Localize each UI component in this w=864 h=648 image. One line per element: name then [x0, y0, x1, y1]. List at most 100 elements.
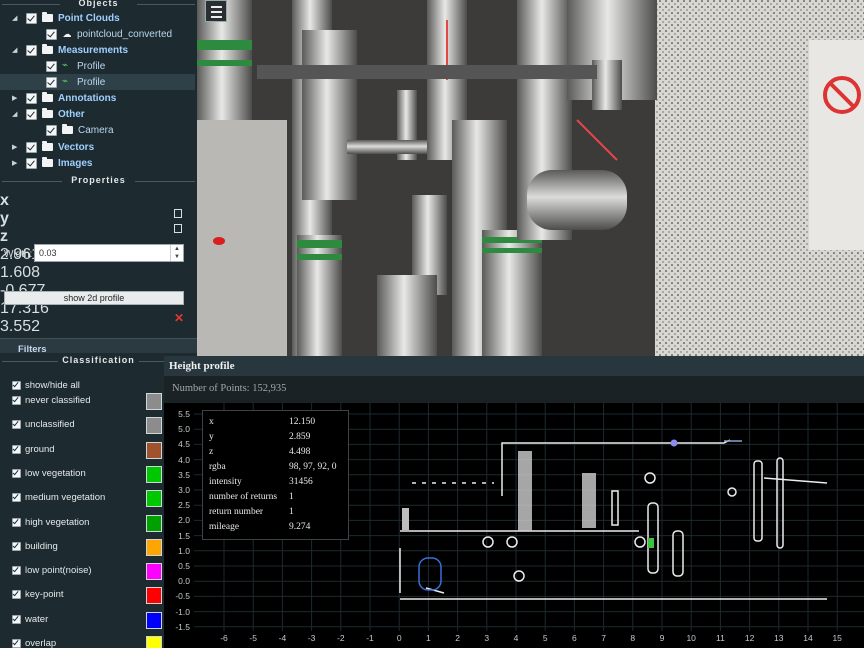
width-field[interactable]: 0.03 ▲ ▼ — [34, 244, 184, 262]
profile-points — [399, 439, 828, 600]
info-key: mileage — [209, 522, 240, 532]
x-tick-label: 7 — [601, 633, 606, 643]
selected-point-marker[interactable] — [670, 439, 678, 447]
checkbox-icon[interactable] — [26, 12, 37, 24]
property-value: 1.608 — [0, 264, 41, 281]
checkbox-icon[interactable] — [26, 92, 37, 104]
class-color-swatch[interactable] — [146, 417, 162, 435]
expand-down-icon[interactable]: ◢ — [12, 110, 20, 118]
close-icon[interactable]: ✕ — [174, 311, 184, 325]
point-cloud-viewport[interactable] — [197, 0, 864, 356]
checkbox-icon[interactable] — [46, 124, 57, 136]
expand-down-icon[interactable]: ◢ — [12, 14, 20, 22]
class-item[interactable]: ground — [12, 444, 55, 455]
checkbox-icon[interactable] — [12, 381, 21, 390]
checkbox-icon[interactable] — [12, 493, 21, 503]
class-color-swatch[interactable] — [146, 441, 162, 459]
tree-item[interactable]: ⌁ Profile — [0, 58, 195, 74]
tree-item[interactable]: ◢ Point Clouds — [0, 10, 195, 26]
tree-item[interactable]: ⌁ Profile — [0, 74, 195, 90]
expand-down-icon[interactable]: ◢ — [12, 46, 20, 54]
checkbox-icon[interactable] — [46, 60, 57, 72]
info-value: 9.274 — [289, 522, 311, 532]
x-tick-label: 2 — [455, 633, 460, 643]
x-tick-label: 11 — [715, 633, 725, 643]
class-item[interactable]: high vegetation — [12, 517, 89, 528]
checkbox-icon[interactable] — [26, 157, 37, 169]
tree-item[interactable]: ☁ pointcloud_converted — [0, 26, 195, 42]
copy-icon[interactable] — [174, 224, 182, 233]
tree-item[interactable]: ◢ Measurements — [0, 42, 195, 58]
info-key: x — [209, 417, 214, 427]
class-item[interactable]: low point(noise) — [12, 565, 92, 576]
checkbox-icon[interactable] — [12, 396, 21, 405]
tab-filters[interactable]: Filters — [0, 338, 197, 355]
expand-right-icon[interactable]: ▶ — [12, 94, 20, 102]
checkbox-icon[interactable] — [26, 44, 37, 56]
tree-item-label: Vectors — [58, 141, 95, 153]
class-label: key-point — [25, 589, 64, 601]
measurement-icon: ⌁ — [62, 76, 69, 87]
class-item[interactable]: low vegetation — [12, 468, 86, 479]
cloud-icon: ☁ — [62, 28, 72, 39]
class-item[interactable]: key-point — [12, 589, 64, 600]
profile-plot[interactable]: 5.5 5.0 4.5 4.0 3.5 3.0 2.5 2.0 1.5 1.0 0.5 0.0 -0.5… — [164, 403, 864, 648]
class-color-swatch[interactable] — [146, 393, 162, 410]
x-tick-label: -6 — [220, 633, 228, 643]
checkbox-icon[interactable] — [26, 108, 37, 120]
class-color-swatch[interactable] — [146, 563, 162, 581]
class-label: low point(noise) — [25, 565, 92, 577]
x-tick-label: 5 — [542, 633, 548, 643]
tree-item[interactable]: ▶ Vectors — [0, 139, 195, 155]
checkbox-icon[interactable] — [46, 76, 57, 88]
show-2d-profile-button[interactable]: show 2d profile — [4, 291, 184, 305]
folder-icon — [42, 92, 53, 102]
checkbox-icon[interactable] — [12, 517, 21, 527]
checkbox-icon[interactable] — [12, 639, 21, 648]
tree-item[interactable]: Camera — [0, 122, 195, 138]
class-item[interactable]: medium vegetation — [12, 492, 105, 503]
class-label: water — [25, 613, 49, 625]
class-color-swatch[interactable] — [146, 490, 162, 508]
checkbox-icon[interactable] — [12, 468, 21, 478]
class-item[interactable]: unclassified — [12, 419, 75, 430]
checkbox-icon[interactable] — [12, 541, 21, 551]
properties-table: xyz2.9611.608-0.67717.3163.552-0.813 — [0, 192, 182, 354]
y-tick-label: 0.5 — [178, 561, 190, 571]
class-color-swatch[interactable] — [146, 611, 162, 629]
info-key: return number — [209, 507, 264, 517]
class-item[interactable]: water — [12, 614, 48, 625]
x-tick-label: 6 — [572, 633, 577, 643]
menu-icon[interactable] — [205, 0, 227, 22]
width-stepper[interactable]: ▲ ▼ — [170, 245, 183, 261]
checkbox-icon[interactable] — [12, 566, 21, 576]
checkbox-icon[interactable] — [12, 614, 21, 624]
class-item[interactable]: overlap — [12, 638, 56, 648]
x-tick-label: -1 — [366, 633, 374, 643]
property-value: 3.552 — [0, 318, 41, 335]
class-color-swatch[interactable] — [146, 465, 162, 483]
expand-right-icon[interactable]: ▶ — [12, 143, 20, 151]
class-color-swatch[interactable] — [146, 636, 162, 648]
class-color-swatch[interactable] — [146, 514, 162, 532]
class-item[interactable]: building — [12, 541, 58, 552]
checkbox-icon[interactable] — [26, 141, 37, 153]
tree-item[interactable]: ▶ Annotations — [0, 90, 195, 106]
checkbox-icon[interactable] — [12, 444, 21, 454]
checkbox-icon[interactable] — [12, 420, 21, 430]
class-item[interactable]: never classified — [12, 395, 90, 406]
checkbox-icon[interactable] — [12, 590, 21, 600]
copy-icon[interactable] — [174, 209, 182, 218]
show-hide-all-toggle[interactable]: show/hide all — [12, 380, 80, 391]
tree-item[interactable]: ◢ Other — [0, 106, 195, 122]
class-color-swatch[interactable] — [146, 538, 162, 556]
checkbox-icon[interactable] — [46, 28, 57, 40]
expand-right-icon[interactable]: ▶ — [12, 159, 20, 167]
class-color-swatch[interactable] — [146, 587, 162, 605]
objects-section-title: Objects — [0, 0, 197, 8]
tree-item[interactable]: ▶ Images — [0, 155, 195, 171]
folder-icon — [42, 12, 53, 22]
info-value: 31456 — [289, 477, 313, 487]
x-tick-label: 4 — [513, 633, 519, 643]
y-tick-label: 3.0 — [178, 485, 190, 495]
